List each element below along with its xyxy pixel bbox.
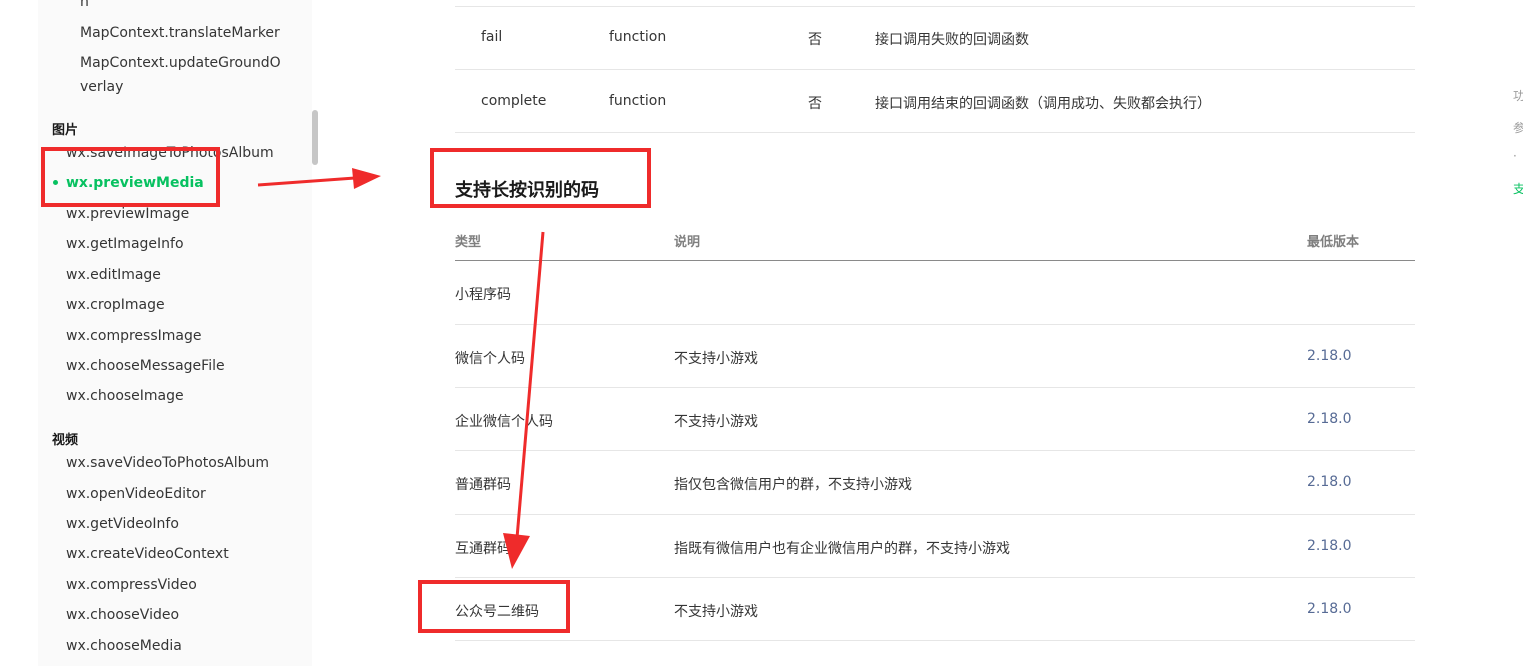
arrow-right-icon: [257, 168, 381, 189]
arrow-down-icon: [503, 231, 545, 569]
annotation-arrows: [257, 168, 545, 569]
